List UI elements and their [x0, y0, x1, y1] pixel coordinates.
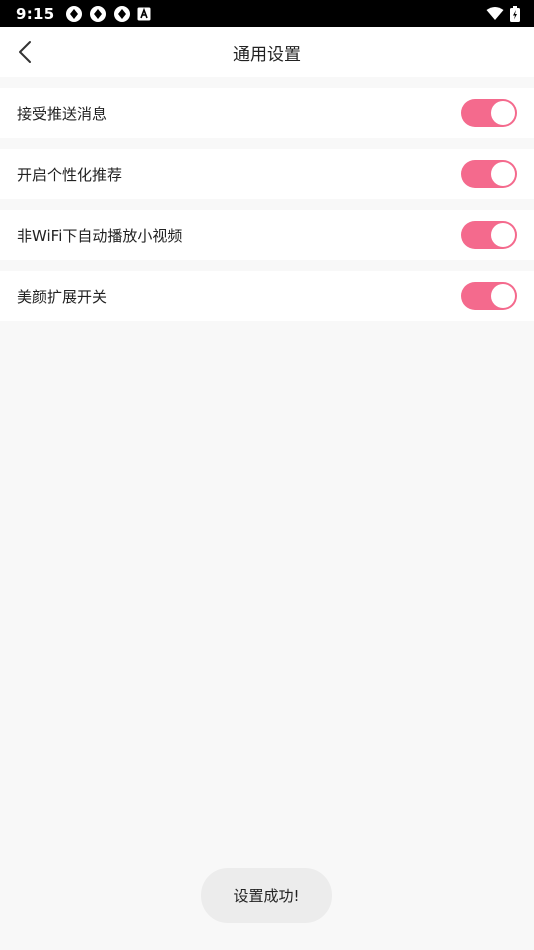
push-messages-toggle[interactable]: [461, 99, 517, 127]
aperture-icon: [65, 5, 82, 22]
toggle-knob: [491, 284, 515, 308]
aperture-icon: [89, 5, 106, 22]
setting-label: 开启个性化推荐: [17, 165, 123, 184]
personalized-recommendation-toggle[interactable]: [461, 160, 517, 188]
status-bar: 9:15: [0, 0, 534, 27]
setting-label: 接受推送消息: [17, 104, 108, 123]
setting-row-personalized-recommendation: 开启个性化推荐: [0, 149, 534, 199]
settings-list: 接受推送消息 开启个性化推荐 非WiFi下自动播放小视频 美颜扩展开关: [0, 77, 534, 321]
setting-row-push-messages: 接受推送消息: [0, 88, 534, 138]
chevron-left-icon: [19, 41, 31, 63]
notification-icons: [65, 5, 151, 23]
status-time: 9:15: [16, 4, 55, 23]
back-button[interactable]: [10, 37, 40, 67]
setting-label: 非WiFi下自动播放小视频: [17, 226, 183, 245]
page-title: 通用设置: [233, 44, 301, 65]
system-icons: [486, 5, 520, 22]
toast-message: 设置成功!: [201, 868, 332, 923]
setting-row-beauty-extension: 美颜扩展开关: [0, 271, 534, 321]
setting-row-autoplay-non-wifi: 非WiFi下自动播放小视频: [0, 210, 534, 260]
wifi-icon: [486, 6, 504, 20]
app-bar: 通用设置: [0, 27, 534, 77]
battery-charging-icon: [510, 5, 520, 22]
toggle-knob: [491, 223, 515, 247]
setting-label: 美颜扩展开关: [17, 287, 108, 306]
aperture-icon: [113, 5, 130, 22]
font-a-icon: [137, 7, 151, 20]
toggle-knob: [491, 101, 515, 125]
autoplay-non-wifi-toggle[interactable]: [461, 221, 517, 249]
beauty-extension-toggle[interactable]: [461, 282, 517, 310]
toggle-knob: [491, 162, 515, 186]
